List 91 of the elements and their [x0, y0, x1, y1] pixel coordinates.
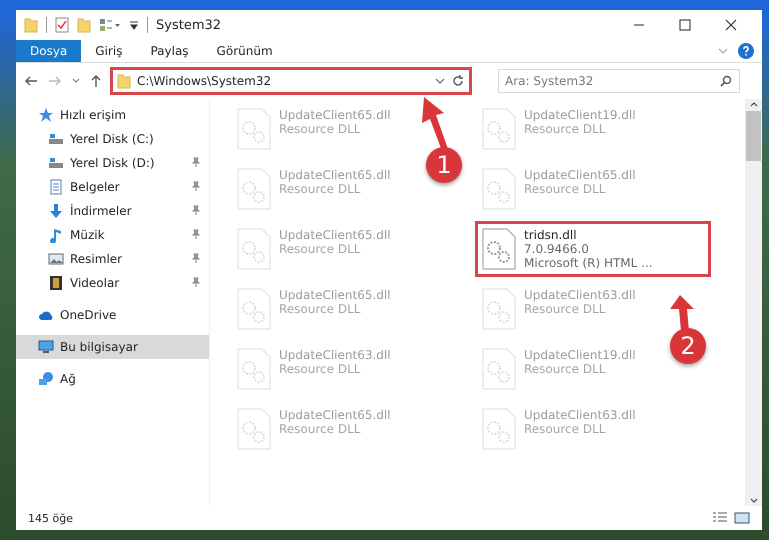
new-folder-icon	[77, 17, 91, 33]
search-icon[interactable]	[720, 75, 732, 87]
file-name: UpdateClient63.dll	[524, 408, 636, 422]
pin-icon[interactable]	[191, 253, 201, 263]
file-detail: Resource DLL	[524, 302, 606, 316]
sidebar-item[interactable]: Bu bilgisayar	[16, 335, 209, 359]
file-detail: Microsoft (R) HTML ...	[524, 256, 653, 270]
ribbon-tab[interactable]: Paylaş	[136, 40, 203, 62]
tiles-view-icon[interactable]	[734, 511, 750, 525]
properties-icon[interactable]	[99, 18, 121, 32]
sidebar-item[interactable]: İndirmeler	[16, 199, 209, 223]
file-name: UpdateClient65.dll	[279, 408, 391, 422]
drive-icon	[48, 155, 64, 171]
dll-file-icon	[237, 228, 271, 270]
help-icon[interactable]	[738, 43, 754, 59]
window-title: System32	[156, 18, 222, 32]
file-detail: Resource DLL	[279, 362, 362, 376]
pictures-icon	[48, 251, 64, 267]
maximize-icon	[679, 19, 691, 31]
dll-file-icon	[237, 288, 271, 330]
file-name: UpdateClient65.dll	[279, 108, 391, 122]
dll-file-icon	[482, 228, 516, 270]
ribbon-tab[interactable]: Giriş	[81, 40, 136, 62]
dll-file-icon	[237, 348, 271, 390]
refresh-icon[interactable]	[451, 74, 465, 88]
file-detail: 7.0.9466.0	[524, 242, 590, 256]
network-icon	[38, 371, 54, 387]
file-item[interactable]: tridsn.dll 7.0.9466.0 Microsoft (R) HTML ...	[475, 221, 711, 277]
dll-file-icon	[482, 408, 516, 450]
folder-icon	[24, 17, 38, 33]
checklist-icon[interactable]	[55, 17, 69, 33]
dll-file-icon	[237, 408, 271, 450]
chevron-down-icon	[72, 78, 80, 84]
sidebar-item[interactable]: Belgeler	[16, 175, 209, 199]
sidebar-item[interactable]: Yerel Disk (D:)	[16, 151, 209, 175]
scrollbar-thumb[interactable]	[746, 111, 761, 161]
file-name: UpdateClient63.dll	[524, 288, 636, 302]
file-detail: Resource DLL	[524, 362, 606, 376]
file-detail: Resource DLL	[279, 302, 362, 316]
file-detail: Resource DLL	[279, 242, 362, 256]
sidebar-item[interactable]: OneDrive	[16, 303, 209, 327]
file-name: UpdateClient65.dll	[279, 288, 391, 302]
sidebar-item[interactable]: Müzik	[16, 223, 209, 247]
sidebar-item[interactable]: Resimler	[16, 247, 209, 271]
pin-icon[interactable]	[191, 277, 201, 287]
drive-icon	[48, 131, 64, 147]
file-detail: Resource DLL	[524, 122, 606, 136]
search-field[interactable]: Ara: System32	[498, 69, 740, 93]
pc-icon	[38, 339, 54, 355]
sidebar-item[interactable]: Videolar	[16, 271, 209, 295]
video-icon	[48, 275, 64, 291]
pin-icon[interactable]	[191, 157, 201, 167]
file-detail: Resource DLL	[524, 422, 606, 436]
folder-icon	[117, 73, 131, 89]
close-icon	[725, 19, 737, 31]
chevron-down-icon[interactable]	[435, 77, 445, 85]
file-detail: Resource DLL	[279, 422, 362, 436]
file-name: UpdateClient63.dll	[279, 348, 391, 362]
sidebar-item[interactable]: Hızlı erişim	[16, 103, 209, 127]
file-name: tridsn.dll	[524, 228, 578, 242]
dll-file-icon	[237, 168, 271, 210]
dll-file-icon	[482, 108, 516, 150]
file-detail: Resource DLL	[279, 182, 362, 196]
file-name: UpdateClient65.dll	[524, 168, 636, 182]
music-icon	[48, 227, 64, 243]
dll-file-icon	[482, 288, 516, 330]
pin-icon[interactable]	[191, 229, 201, 239]
file-name: UpdateClient65.dll	[279, 228, 391, 242]
doc-icon	[48, 179, 64, 195]
file-name: UpdateClient19.dll	[524, 108, 636, 122]
sidebar-item[interactable]: Yerel Disk (C:)	[16, 127, 209, 151]
dll-file-icon	[237, 108, 271, 150]
pin-icon[interactable]	[191, 205, 201, 215]
star-icon	[38, 107, 54, 123]
file-detail: Resource DLL	[279, 122, 362, 136]
pin-icon[interactable]	[191, 181, 201, 191]
file-name: UpdateClient65.dll	[279, 168, 391, 182]
step-number-badge: 2	[670, 328, 706, 364]
item-count: 145 öğe	[28, 512, 73, 524]
dll-file-icon	[482, 168, 516, 210]
address-bar[interactable]: C:\Windows\System32	[110, 67, 472, 95]
scrollbar[interactable]	[745, 99, 762, 506]
sidebar-item[interactable]: Ağ	[16, 367, 209, 391]
file-detail: Resource DLL	[524, 182, 606, 196]
ribbon-tab[interactable]: Görünüm	[202, 40, 287, 62]
step-number-badge: 1	[426, 147, 462, 183]
download-icon	[48, 203, 64, 219]
dropdown-icon[interactable]	[129, 19, 139, 31]
file-name: UpdateClient19.dll	[524, 348, 636, 362]
dll-file-icon	[482, 348, 516, 390]
ribbon-tab[interactable]: Dosya	[16, 40, 82, 62]
